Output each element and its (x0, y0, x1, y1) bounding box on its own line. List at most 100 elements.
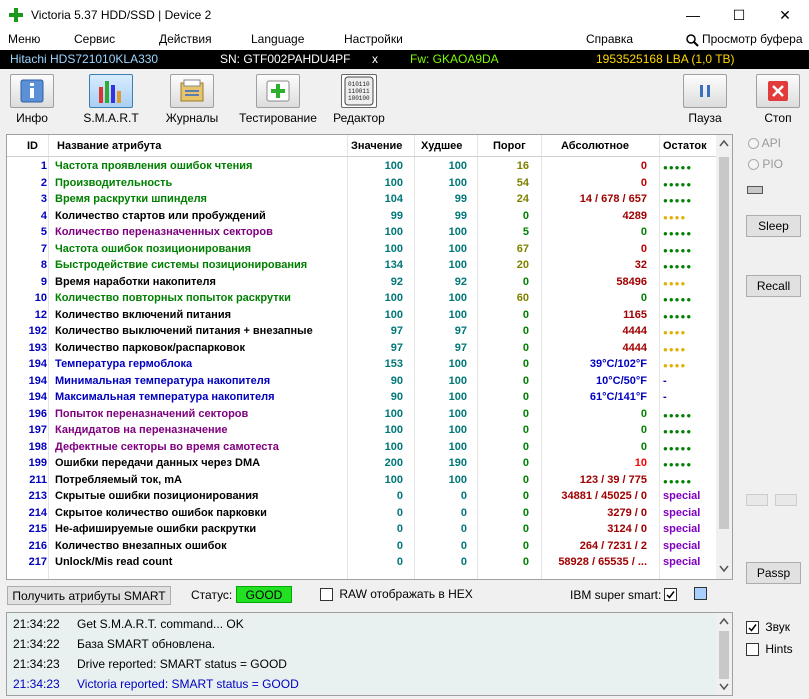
row-worst: 100 (448, 160, 467, 172)
get-smart-attributes-button[interactable]: Получить атрибуты SMART (7, 586, 171, 605)
table-row[interactable]: 216 Количество внезапных ошибок 0 0 0 264 / 7… (7, 539, 717, 556)
row-value: 100 (384, 160, 403, 172)
menu-item-language[interactable]: Language (251, 32, 304, 46)
row-worst: 100 (448, 407, 467, 420)
col-value[interactable]: Значение (351, 140, 402, 152)
table-row[interactable]: 12 Количество включений питания 100 100 0 116… (7, 308, 717, 325)
row-id: 197 (28, 424, 47, 436)
passp-button[interactable]: Passp (746, 562, 801, 584)
editor-button[interactable]: 010110 110011 100100 Редактор (333, 74, 385, 126)
log-panel: 21:34:22 Get S.M.A.R.T. command... OK 21:3… (6, 612, 733, 696)
table-row[interactable]: 214 Скрытое количество ошибок парковки 0 0 0… (7, 506, 717, 523)
row-worst: 0 (460, 490, 467, 502)
testing-button[interactable]: Тестирование (237, 74, 319, 126)
menu-item-help[interactable]: Справка (586, 32, 633, 46)
log-scroll-down-icon[interactable] (719, 683, 729, 691)
row-threshold: 0 (522, 374, 529, 387)
table-row[interactable]: 2 Производительность 100 100 54 0 ●●●●● (7, 176, 717, 193)
sleep-button[interactable]: Sleep (746, 215, 801, 237)
table-row[interactable]: 193 Количество парковок/распарковок 97 97 0 4… (7, 341, 717, 358)
table-row[interactable]: 194 Температура гермоблока 153 100 0 39°C/102… (7, 357, 717, 374)
menu-item-menu[interactable]: Меню (8, 32, 40, 46)
row-id: 7 (40, 242, 47, 255)
info-button[interactable]: Инфо (10, 74, 54, 126)
row-id: 3 (40, 193, 47, 205)
minimize-button[interactable]: — (670, 0, 716, 30)
row-raw-value: 0 (640, 242, 647, 255)
row-attribute-name: Частота проявления ошибок чтения (55, 160, 253, 172)
disabled-button-1 (746, 494, 768, 506)
disabled-button-2 (775, 494, 797, 506)
table-scrollbar[interactable] (716, 135, 732, 579)
maximize-button[interactable]: ☐ (716, 0, 762, 30)
api-radio[interactable]: API (748, 136, 781, 150)
recall-button[interactable]: Recall (746, 275, 801, 297)
menu-item-buffer-view[interactable]: Просмотр буфера (702, 32, 803, 46)
table-row[interactable]: 217 Unlock/Mis read count 0 0 0 58928 / 65535… (7, 555, 717, 572)
col-raw[interactable]: Абсолютное (561, 140, 629, 152)
menu-item-service[interactable]: Сервис (74, 32, 115, 46)
row-value: 100 (384, 242, 403, 255)
row-threshold: 0 (522, 457, 529, 469)
journals-button[interactable]: Журналы (164, 74, 220, 126)
scroll-down-icon[interactable] (719, 565, 729, 573)
table-row[interactable]: 194 Максимальная температура накопителя 90… (7, 390, 717, 407)
row-id: 194 (28, 391, 47, 403)
table-row[interactable]: 7 Частота ошибок позиционирования 100 100 67… (7, 242, 717, 259)
log-scroll-thumb[interactable] (719, 631, 729, 679)
table-row[interactable]: 8 Быстродействие системы позиционирования… (7, 258, 717, 275)
row-attribute-name: Кандидатов на переназначение (55, 424, 228, 436)
row-attribute-name: Количество повторных попыток раскрутки (55, 292, 291, 304)
scroll-thumb[interactable] (719, 157, 729, 529)
status-bar: Получить атрибуты SMART Статус: GOOD RAW… (0, 582, 735, 608)
pio-radio[interactable]: PIO (748, 157, 783, 171)
table-row[interactable]: 215 Не-афишируемые ошибки раскрутки 0 0 0 312… (7, 522, 717, 539)
stop-button[interactable]: Стоп (756, 74, 800, 126)
row-id: 12 (34, 308, 47, 321)
menu-item-settings[interactable]: Настройки (344, 32, 403, 46)
table-row[interactable]: 4 Количество стартов или пробуждений 99 99 0… (7, 209, 717, 226)
col-health[interactable]: Остаток (663, 140, 707, 152)
table-row[interactable]: 197 Кандидатов на переназначение 100 100 0 0 ●… (7, 423, 717, 440)
col-name[interactable]: Название атрибута (57, 140, 161, 152)
device-eject[interactable]: x (372, 52, 378, 66)
table-row[interactable]: 1 Частота проявления ошибок чтения 100 100 1… (7, 159, 717, 176)
row-raw-value: 0 (640, 292, 647, 304)
row-worst: 97 (454, 325, 467, 337)
col-id[interactable]: ID (27, 140, 38, 152)
testing-label: Тестирование (239, 111, 317, 125)
sound-label: Звук (765, 620, 790, 634)
hints-checkbox[interactable]: Hints (746, 642, 793, 657)
table-row[interactable]: 198 Дефектные секторы во время самотеста 1… (7, 440, 717, 457)
col-worst[interactable]: Худшее (421, 140, 462, 152)
close-button[interactable]: ✕ (762, 0, 808, 30)
col-threshold[interactable]: Порог (493, 140, 526, 152)
table-row[interactable]: 5 Количество переназначенных секторов 100 1… (7, 225, 717, 242)
row-attribute-name: Попыток переназначений секторов (55, 407, 249, 420)
raw-hex-checkbox[interactable]: RAW отображать в HEX (320, 587, 473, 602)
scroll-up-icon[interactable] (719, 139, 729, 147)
ibm-super-smart-checkbox[interactable] (664, 588, 677, 601)
table-row[interactable]: 196 Попыток переназначений секторов 100 100… (7, 407, 717, 424)
api-label: API (761, 136, 782, 150)
status-badge: GOOD (236, 586, 292, 603)
table-row[interactable]: 199 Ошибки передачи данных через DMA 200 19… (7, 456, 717, 473)
table-row[interactable]: 9 Время наработки накопителя 92 92 0 58496 ●●●… (7, 275, 717, 292)
log-scroll-up-icon[interactable] (719, 617, 729, 625)
table-row[interactable]: 192 Количество выключений питания + внеза… (7, 324, 717, 341)
stop-label: Стоп (764, 111, 792, 125)
pause-button[interactable]: Пауза (683, 74, 727, 126)
menu-item-actions[interactable]: Действия (159, 32, 212, 46)
table-row[interactable]: 10 Количество повторных попыток раскрутки… (7, 291, 717, 308)
table-row[interactable]: 3 Время раскрутки шпинделя 104 99 24 14 / 678… (7, 192, 717, 209)
row-raw-value: 4444 (622, 341, 647, 354)
table-row[interactable]: 213 Скрытые ошибки позиционирования 0 0 0 348… (7, 489, 717, 506)
color-swatch[interactable] (694, 587, 707, 600)
row-attribute-name: Ошибки передачи данных через DMA (55, 457, 261, 469)
row-worst: 97 (454, 341, 467, 354)
log-scrollbar[interactable] (716, 613, 732, 695)
smart-button[interactable]: S.M.A.R.T (83, 74, 139, 126)
sound-checkbox[interactable]: Звук (746, 620, 790, 635)
table-row[interactable]: 211 Потребляемый ток, mA 100 100 0 123 / 39 /… (7, 473, 717, 490)
table-row[interactable]: 194 Минимальная температура накопителя 90 1… (7, 374, 717, 391)
